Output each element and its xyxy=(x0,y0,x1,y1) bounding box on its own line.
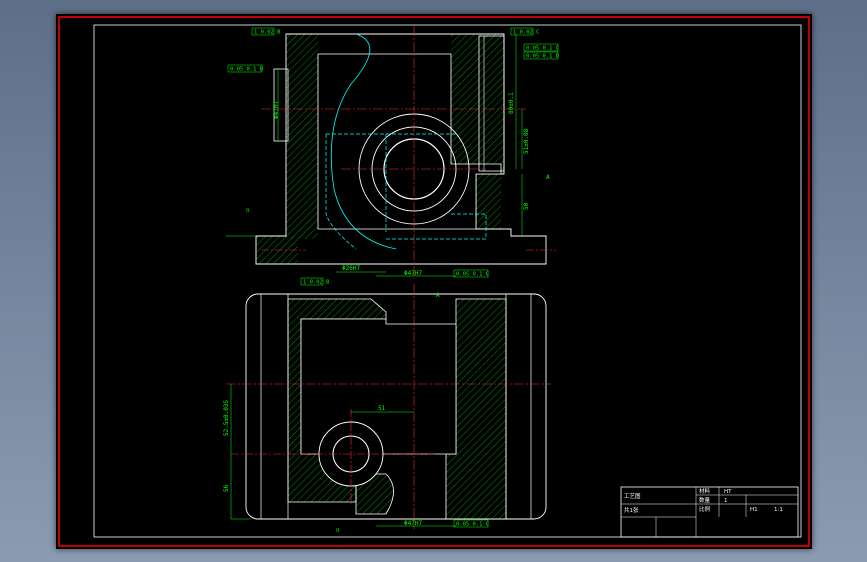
title-sheet: 共1张 xyxy=(624,506,639,514)
top-view xyxy=(226,26,556,279)
cad-drawing: 1 0.02 B 0.05 0.1 B 1 0.02 C 0.05 0.1 C … xyxy=(58,16,810,547)
top-surface-label-n: n xyxy=(246,207,250,214)
bottom-dim-47: Φ47H7 xyxy=(404,520,422,527)
bottom-label-a: A xyxy=(436,292,440,299)
bottom-inner-pocket xyxy=(300,318,457,455)
top-dim-47-bottom: Φ47H7 xyxy=(404,270,422,277)
title-row-label-3: 比例 xyxy=(699,505,711,513)
top-section-label-a: A xyxy=(546,174,550,181)
bottom-callout-2: 0.05 0.1 C xyxy=(456,522,489,528)
callout-frame: 1 0.02 B xyxy=(251,27,281,36)
top-view-right-wall-hatch xyxy=(451,34,504,174)
title-row-label-1: 材料 xyxy=(699,487,711,495)
bottom-callout-1: 1 0.02 B xyxy=(303,280,330,286)
top-view-left-wall-hatch xyxy=(286,34,318,239)
top-callout-5: 0.05 0.1 D xyxy=(526,54,559,60)
top-dim-26: Φ26H7 xyxy=(342,265,360,272)
title-row-label-2: 数量 xyxy=(699,496,711,504)
top-callout-3: 1 0.02 C xyxy=(513,30,540,36)
title-drawing-no: H1 xyxy=(750,507,758,513)
top-dim-80: 80±0.1 xyxy=(508,92,515,114)
top-callout-6: 0.05 0.1 C xyxy=(456,272,489,278)
top-dim-bore: Φ47H7 xyxy=(273,101,280,119)
title-block: 工艺图 材料 数量 比例 HT 1 H1 1:1 共1张 xyxy=(620,486,799,538)
bottom-dim-51: 51 xyxy=(378,405,386,412)
bottom-dim-56: 56 xyxy=(223,484,230,492)
top-dim-51: 51±0.08 xyxy=(523,128,530,154)
bottom-dim-52: 52.5±0.035 xyxy=(223,399,230,436)
top-callout-4: 0.05 0.1 C xyxy=(526,46,559,52)
drawing-sheet: 1 0.02 B 0.05 0.1 B 1 0.02 C 0.05 0.1 C … xyxy=(56,14,812,549)
title-value-3: 1:1 xyxy=(774,507,783,513)
bottom-view xyxy=(226,284,551,529)
title-value-2: 1 xyxy=(724,498,728,504)
title-part-name: 工艺图 xyxy=(624,492,641,500)
title-value-1: HT xyxy=(724,489,732,495)
top-callout-2: 0.05 0.1 B xyxy=(230,67,264,73)
top-callout-1: 1 0.02 B xyxy=(254,30,281,36)
top-dim-50: 50 xyxy=(523,202,530,210)
bottom-label-n: n xyxy=(336,527,340,534)
